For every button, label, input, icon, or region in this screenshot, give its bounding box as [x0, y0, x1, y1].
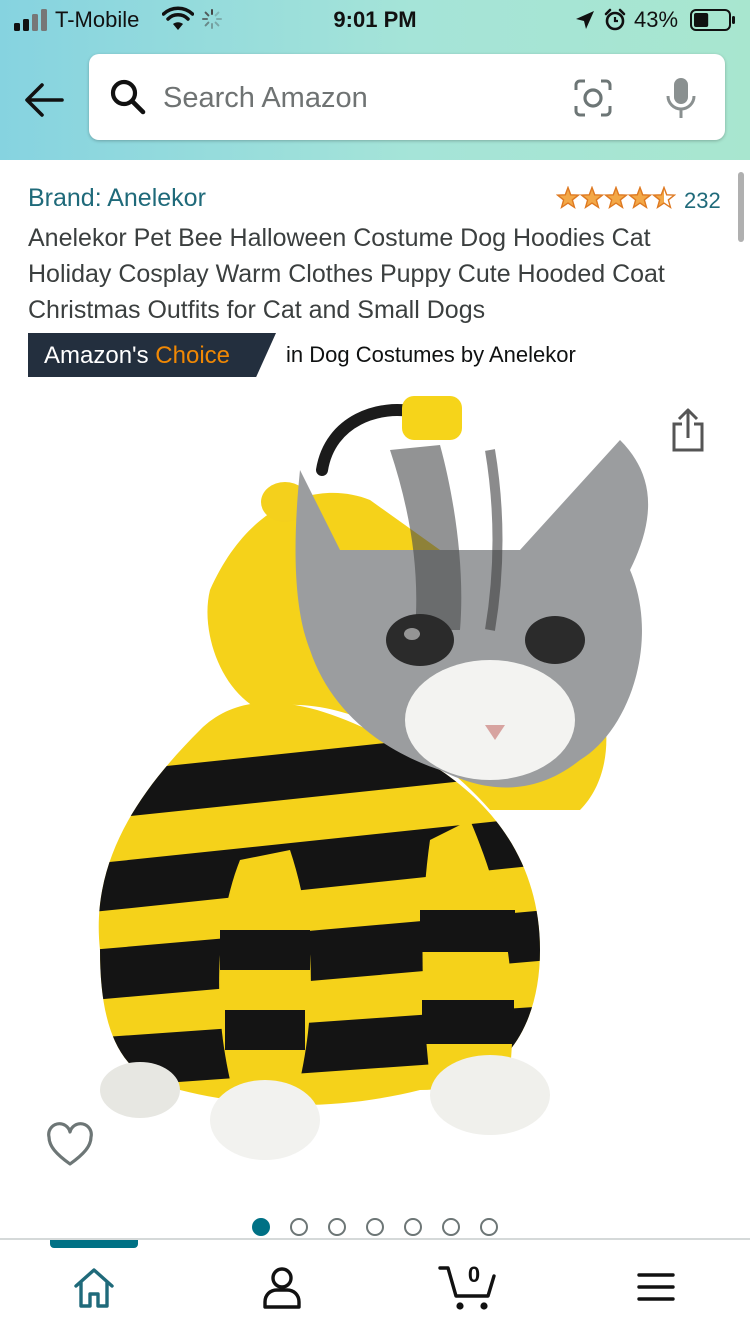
badge-prefix: Amazon's [44, 342, 156, 369]
review-count[interactable]: 232 [684, 188, 721, 214]
amazons-choice-badge: Amazon's Choice [28, 333, 276, 377]
carousel-dot[interactable] [328, 1218, 346, 1236]
star-icon [651, 186, 676, 210]
account-icon[interactable] [262, 1266, 302, 1310]
share-icon[interactable] [668, 408, 708, 454]
star-icon [556, 186, 581, 210]
battery-percent: 43% [634, 7, 679, 32]
home-icon[interactable] [72, 1266, 116, 1310]
rating-stars[interactable] [556, 186, 676, 210]
badge-text: Amazon's Choice [44, 342, 230, 370]
star-icon [603, 186, 629, 210]
menu-icon[interactable] [637, 1272, 675, 1302]
back-arrow-icon[interactable] [22, 80, 66, 120]
alarm-icon [604, 8, 626, 31]
status-bar: T-Mobile 9:01 PM 43% [0, 0, 750, 42]
carousel-dot[interactable] [252, 1218, 270, 1236]
location-arrow-icon [576, 11, 594, 29]
carousel-dot[interactable] [366, 1218, 384, 1236]
badge-accent: Choice [155, 342, 231, 369]
header: T-Mobile 9:01 PM 43% Search Amazon [0, 0, 750, 160]
active-tab-indicator [50, 1240, 138, 1248]
scrollbar[interactable] [738, 172, 744, 242]
carousel-dot[interactable] [480, 1218, 498, 1236]
battery-icon [690, 9, 735, 31]
badge-category[interactable]: in Dog Costumes by Anelekor [286, 342, 576, 368]
camera-scan-icon[interactable] [573, 78, 613, 118]
search-icon [110, 79, 146, 115]
product-title: Anelekor Pet Bee Halloween Costume Dog H… [28, 224, 665, 324]
carousel-dot[interactable] [290, 1218, 308, 1236]
image-carousel-dots[interactable] [0, 1218, 750, 1238]
star-icon [627, 186, 653, 210]
search-bar[interactable] [89, 54, 725, 140]
carousel-dot[interactable] [404, 1218, 422, 1236]
search-input[interactable] [163, 78, 543, 118]
cart-count: 0 [467, 1262, 481, 1287]
carousel-dot[interactable] [442, 1218, 460, 1236]
microphone-icon[interactable] [663, 76, 699, 120]
brand-link[interactable]: Brand: Anelekor [28, 184, 206, 213]
favorite-heart-icon[interactable] [46, 1122, 94, 1168]
product-page: T-Mobile 9:01 PM 43% Search Amazon Brand… [0, 0, 750, 1334]
star-icon [579, 186, 605, 210]
product-image[interactable] [60, 390, 700, 1190]
